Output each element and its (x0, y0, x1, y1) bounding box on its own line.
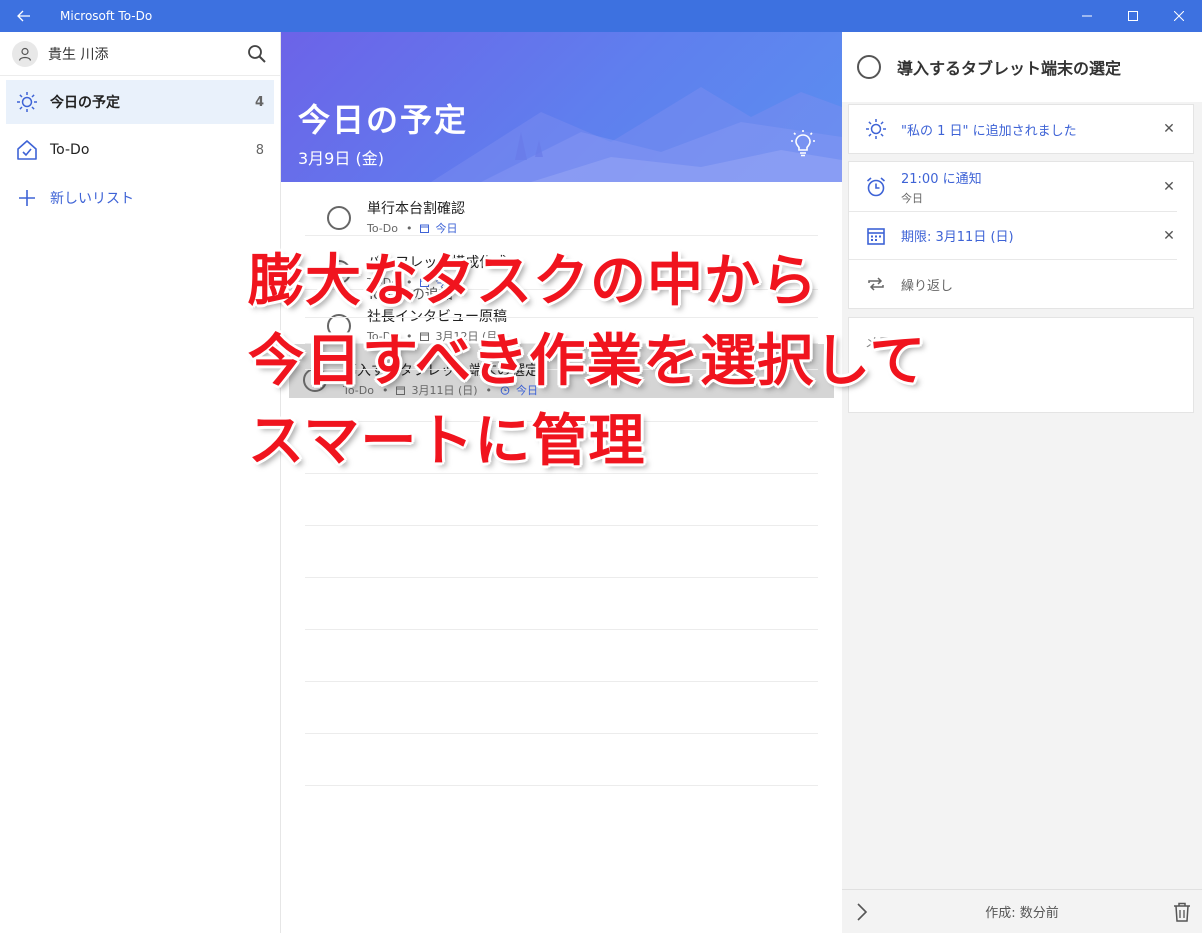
add-task-input[interactable]: To-Do の追加 (367, 284, 453, 304)
task-title: 単行本台割確認 (367, 201, 465, 217)
due-row[interactable]: 期限: 3月11日 (日) ✕ (849, 212, 1177, 260)
detail-header: 導入するタブレット端末の選定 (842, 32, 1202, 102)
lightbulb-icon (791, 130, 815, 157)
alarm-clock-icon (865, 176, 887, 198)
task-due: 今日 (435, 222, 458, 235)
calendar-icon (865, 225, 887, 247)
minimize-button[interactable] (1064, 0, 1110, 32)
reminder-sub: 今日 (901, 191, 923, 205)
task-checkbox[interactable] (327, 206, 351, 230)
repeat-row[interactable]: 繰り返し (849, 260, 1193, 308)
remove-reminder-button[interactable]: ✕ (1161, 179, 1177, 195)
page-title: 今日の予定 (298, 101, 469, 139)
task-list-pane: 今日の予定 3月9日 (金) 単行本台割確認 To-Do • 今日 パンフレット… (281, 32, 842, 933)
due-label: 期限: 3月11日 (日) (901, 230, 1014, 245)
add-task-row[interactable]: + To-Do の追加 (305, 268, 818, 318)
trash-icon (1174, 902, 1190, 922)
remove-due-button[interactable]: ✕ (1161, 228, 1177, 244)
plus-icon (16, 187, 38, 209)
new-list-button[interactable]: 新しいリスト (6, 176, 274, 220)
detail-checkbox[interactable] (857, 55, 881, 79)
back-arrow-icon (17, 10, 30, 22)
sidebar: 貴生 川添 今日の予定 4 To-Do 8 新しいリスト (0, 32, 281, 933)
separator: • (405, 221, 413, 235)
delete-task-button[interactable] (1162, 902, 1202, 922)
close-window-button[interactable] (1156, 0, 1202, 32)
sidebar-item-count: 8 (255, 142, 264, 158)
sidebar-item-todo[interactable]: To-Do 8 (6, 128, 274, 172)
sun-icon (865, 118, 887, 140)
myday-card: "私の 1 日" に追加されました ✕ (848, 104, 1194, 154)
memo-card[interactable]: メモ (848, 317, 1194, 413)
minimize-icon (1082, 15, 1092, 17)
reminder-label: 21:00 に通知 (901, 171, 982, 187)
remove-myday-button[interactable]: ✕ (1161, 121, 1177, 137)
avatar[interactable] (12, 40, 38, 67)
myday-row[interactable]: "私の 1 日" に追加されました ✕ (849, 105, 1193, 153)
maximize-icon (1128, 11, 1138, 21)
schedule-card: 21:00 に通知 今日 ✕ 期限: 3月11日 (日) ✕ 繰り返し (848, 161, 1194, 309)
user-name: 貴生 川添 (48, 46, 109, 63)
sidebar-item-label: 今日の予定 (50, 95, 120, 111)
home-check-icon (16, 139, 38, 161)
search-button[interactable] (246, 43, 268, 65)
new-list-label: 新しいリスト (50, 191, 134, 207)
hide-detail-button[interactable] (842, 902, 882, 922)
close-icon (1174, 11, 1184, 21)
task-meta: To-Do • 今日 (367, 220, 457, 236)
calendar-icon (420, 224, 430, 233)
task-item[interactable]: 単行本台割確認 To-Do • 今日 (305, 182, 818, 236)
user-row[interactable]: 貴生 川添 (0, 32, 280, 76)
chevron-right-icon (857, 902, 868, 921)
created-label: 作成: 数分前 (985, 906, 1059, 921)
back-button[interactable] (0, 0, 48, 32)
page-date: 3月9日 (金) (298, 149, 384, 168)
detail-title[interactable]: 導入するタブレット端末の選定 (897, 55, 1121, 79)
sidebar-item-count: 4 (254, 94, 264, 110)
title-bar: Microsoft To-Do (0, 0, 1202, 32)
repeat-label: 繰り返し (901, 278, 954, 294)
reminder-row[interactable]: 21:00 に通知 今日 ✕ (849, 162, 1177, 212)
suggestions-button[interactable] (788, 129, 818, 159)
detail-footer: 作成: 数分前 (842, 889, 1202, 933)
empty-rows (305, 318, 818, 786)
task-list-name: To-Do (367, 221, 398, 235)
person-icon (18, 47, 32, 61)
search-icon (248, 44, 266, 63)
list-header: 今日の予定 3月9日 (金) (281, 32, 842, 182)
memo-input[interactable]: メモ (849, 318, 1193, 365)
plus-icon: + (313, 282, 329, 303)
sun-icon (16, 91, 38, 113)
sidebar-item-myday[interactable]: 今日の予定 4 (6, 80, 274, 124)
repeat-icon (865, 273, 887, 295)
sidebar-item-label: To-Do (50, 142, 90, 158)
myday-label: "私の 1 日" に追加されました (901, 123, 1077, 139)
task-detail-pane: 導入するタブレット端末の選定 "私の 1 日" に追加されました ✕ 21:00… (842, 32, 1202, 933)
window-title: Microsoft To-Do (60, 9, 153, 23)
maximize-button[interactable] (1110, 0, 1156, 32)
